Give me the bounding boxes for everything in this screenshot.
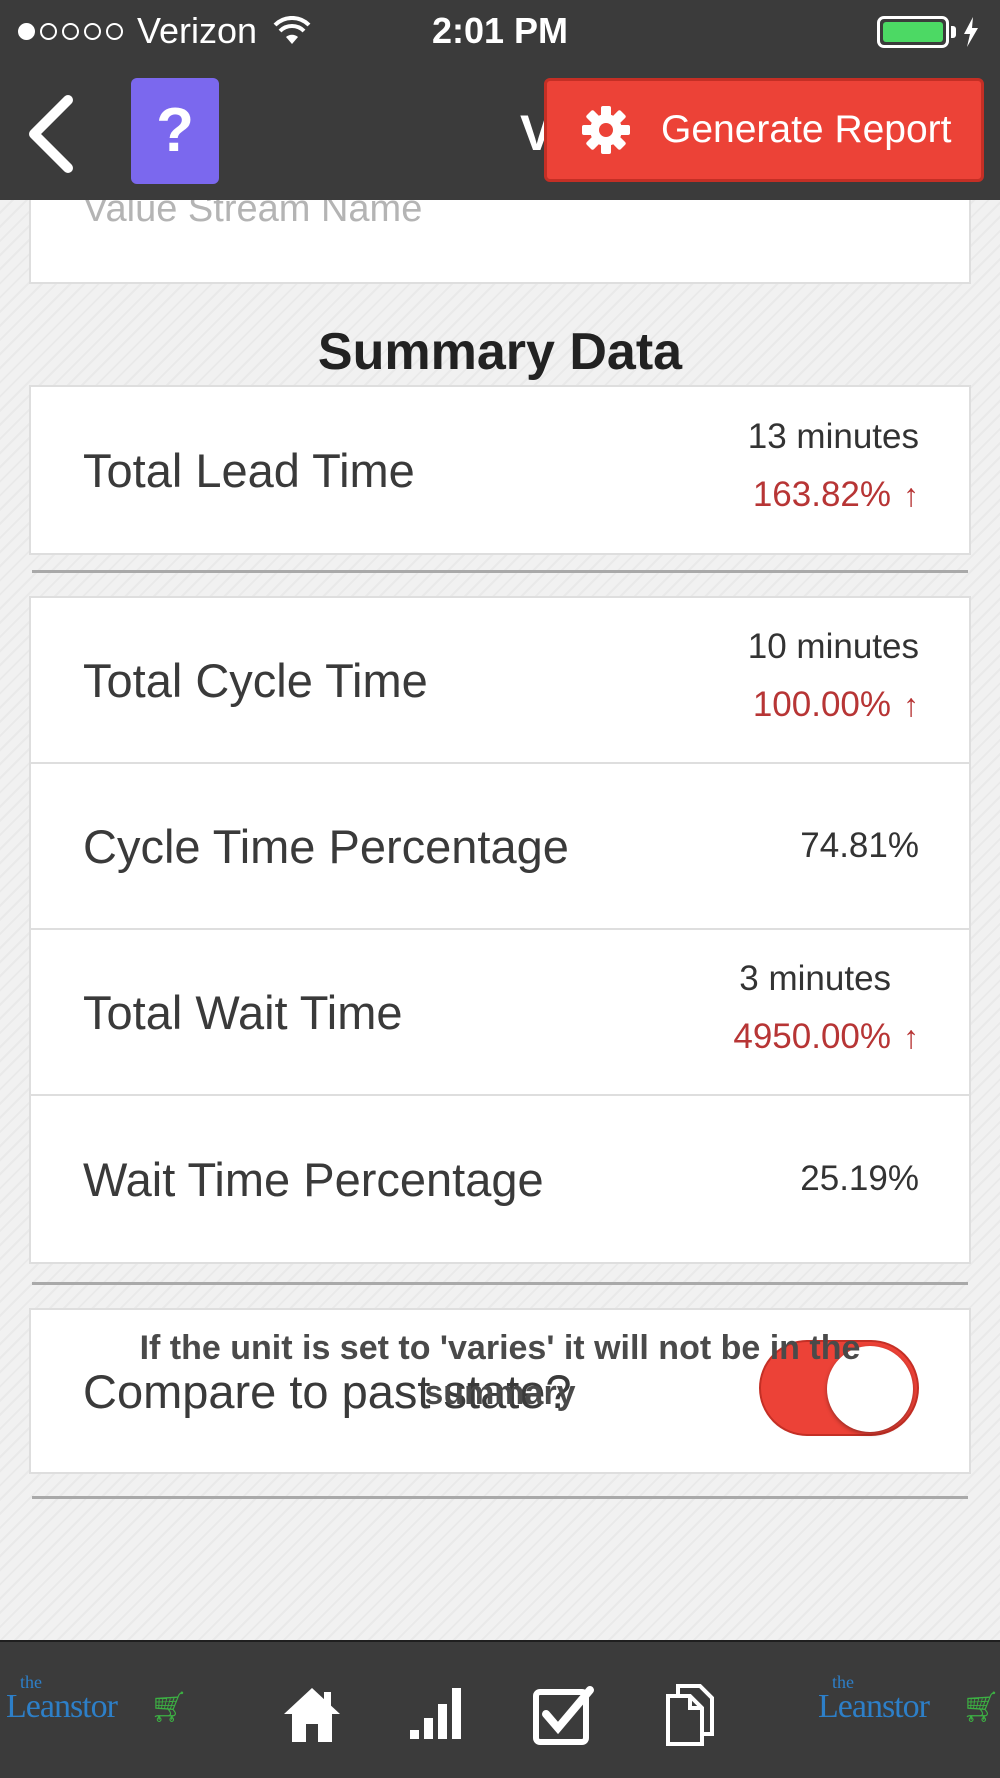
checklist-icon[interactable] xyxy=(532,1684,594,1751)
generate-report-label: Generate Report xyxy=(661,108,952,151)
generate-report-button[interactable]: Generate Report xyxy=(544,78,984,182)
divider xyxy=(32,1496,968,1499)
change-percent: 163.82% xyxy=(752,475,891,514)
row-label: Total Wait Time xyxy=(83,985,403,1039)
value-text: 10 minutes xyxy=(747,627,919,666)
row-value: 25.19% xyxy=(800,1096,919,1262)
logo-text: Leanstor xyxy=(818,1688,930,1725)
status-time: 2:01 PM xyxy=(431,10,569,51)
divider xyxy=(32,1282,968,1285)
row-value: 74.81% xyxy=(800,764,919,928)
help-button[interactable]: ? xyxy=(131,78,219,184)
summary-row-cycle-time: Total Cycle Time 10 minutes 100.00% ↑ xyxy=(31,598,969,764)
home-icon[interactable] xyxy=(282,1684,342,1749)
change-percent: 4950.00% xyxy=(733,1017,891,1056)
summary-row-wait-time: Total Wait Time 3 minutes 4950.00% ↑ xyxy=(31,930,969,1096)
charging-icon xyxy=(964,17,978,47)
back-button[interactable] xyxy=(22,94,82,174)
value-text: 74.81% xyxy=(800,826,919,865)
app-header: ? V Generate Report xyxy=(0,64,1000,200)
cart-icon: 🛒︎ xyxy=(150,1690,189,1725)
row-label: Cycle Time Percentage xyxy=(83,819,569,873)
cycle-wait-card: Total Cycle Time 10 minutes 100.00% ↑ Cy… xyxy=(29,596,971,1264)
row-label: Total Cycle Time xyxy=(83,653,428,707)
row-value: 13 minutes 163.82% ↑ xyxy=(748,387,919,553)
change-text: 4950.00% ↑ xyxy=(733,1004,919,1070)
gear-icon xyxy=(582,106,630,154)
row-label: Total Lead Time xyxy=(83,443,415,497)
leanstore-logo: the Leanstor 🛒︎ xyxy=(818,1672,1000,1736)
section-title: Summary Data xyxy=(317,323,683,381)
cart-icon: 🛒︎ xyxy=(962,1690,1000,1725)
divider xyxy=(32,570,968,573)
value-text: 3 minutes xyxy=(739,959,892,998)
info-note: If the unit is set to 'varies' it will n… xyxy=(139,1329,861,1412)
summary-row-wait-percentage: Wait Time Percentage 25.19% xyxy=(31,1096,969,1262)
stats-icon[interactable] xyxy=(408,1684,464,1745)
row-value: 3 minutes 4950.00% ↑ xyxy=(733,930,919,1094)
arrow-up-icon: ↑ xyxy=(903,1019,919,1055)
row-label: Wait Time Percentage xyxy=(83,1152,544,1206)
change-text: 163.82% ↑ xyxy=(753,462,919,528)
lead-time-card: Total Lead Time 13 minutes 163.82% ↑ xyxy=(29,385,971,555)
arrow-up-icon: ↑ xyxy=(903,687,919,723)
chevron-left-icon xyxy=(29,95,73,173)
battery-icon xyxy=(877,16,980,48)
value-text: 25.19% xyxy=(800,1159,919,1198)
status-bar: Verizon 2:01 PM xyxy=(0,0,1000,64)
summary-row-lead-time: Total Lead Time 13 minutes 163.82% ↑ xyxy=(31,387,969,553)
summary-row-cycle-percentage: Cycle Time Percentage 74.81% xyxy=(31,764,969,930)
bottom-nav: the Leanstor 🛒︎ the Leanstor � xyxy=(0,1640,1000,1778)
documents-icon[interactable] xyxy=(664,1684,716,1751)
leanstore-logo: the Leanstor 🛒︎ xyxy=(6,1672,189,1736)
change-percent: 100.00% xyxy=(752,685,891,724)
content-area[interactable]: Value Stream Name Summary Data Total Lea… xyxy=(0,200,1000,1640)
logo-text: Leanstor xyxy=(6,1688,118,1725)
arrow-up-icon: ↑ xyxy=(903,477,919,513)
value-text: 13 minutes xyxy=(747,417,919,456)
value-stream-name-input[interactable]: Value Stream Name xyxy=(29,200,971,284)
change-text: 100.00% ↑ xyxy=(753,672,919,738)
row-value: 10 minutes 100.00% ↑ xyxy=(748,598,919,762)
